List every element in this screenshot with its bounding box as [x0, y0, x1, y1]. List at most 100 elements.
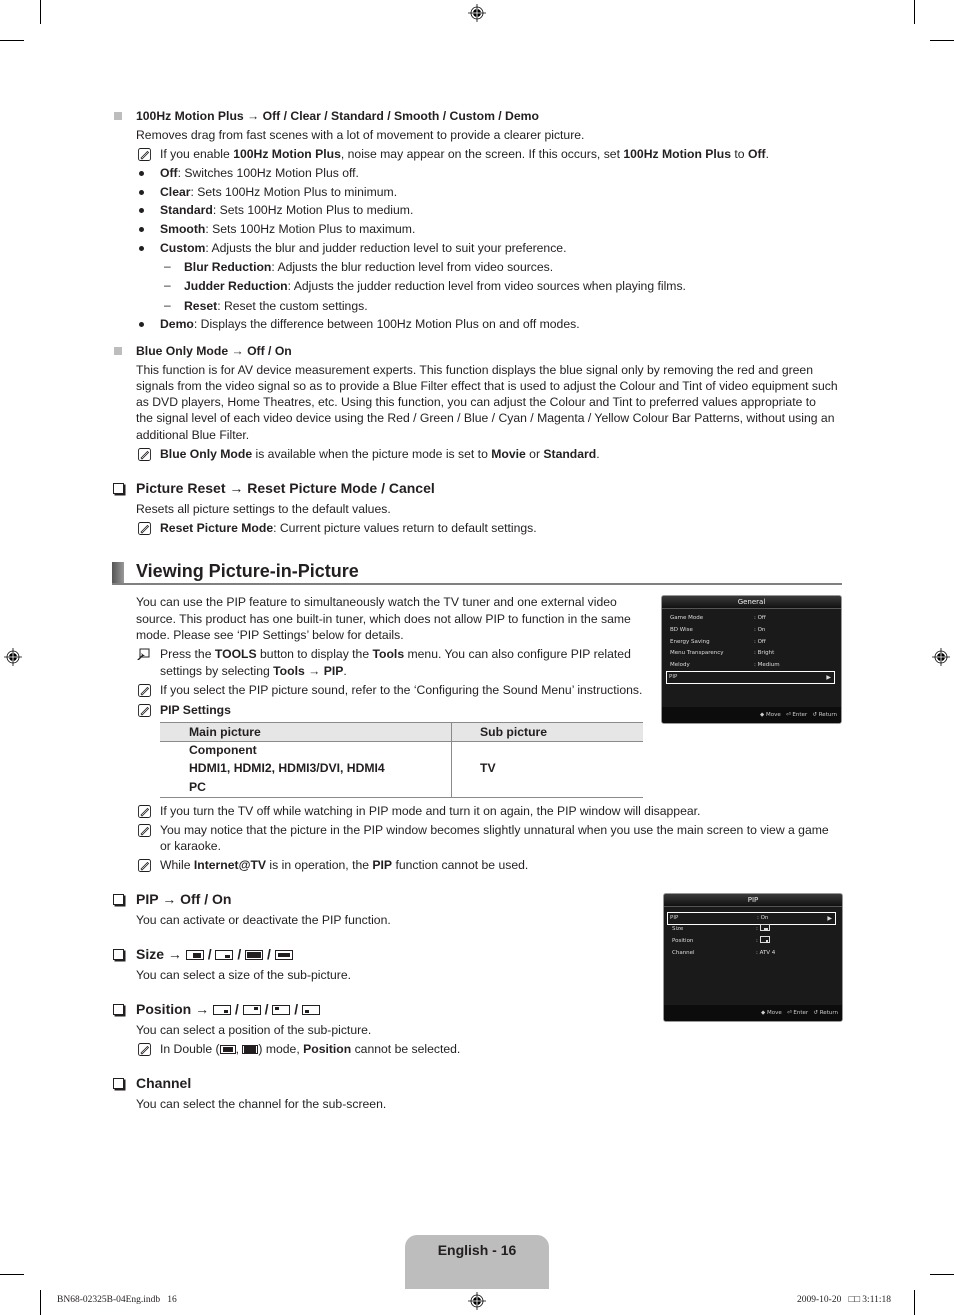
colon: :	[756, 938, 758, 944]
menu-value: : Medium	[754, 662, 780, 668]
motion-plus-note: If you enable 100Hz Motion Plus, noise m…	[160, 146, 769, 162]
menu-value: : On	[757, 915, 769, 921]
menu-value: :	[756, 924, 770, 935]
pip-description: You can activate or deactivate the PIP f…	[136, 913, 391, 927]
menu-footer: ◆ Move ⏎ Enter ↺ Return	[664, 1005, 842, 1021]
menu-value: : ATV 4	[756, 950, 776, 956]
tools-note-line2: settings by selecting Tools → PIP.	[160, 663, 347, 679]
checkbox-bullet-icon	[113, 1004, 124, 1015]
menu-row[interactable]: Game Mode: Off	[668, 613, 835, 624]
separator: /	[294, 1001, 299, 1017]
registration-mark-icon	[4, 648, 22, 666]
bold-text: Reset Picture Mode	[160, 521, 274, 535]
heading-name: Blue Only Mode	[136, 344, 229, 358]
note-text: You may notice that the picture in the P…	[160, 823, 829, 837]
text: : Adjusts the blur reduction level from …	[271, 260, 554, 274]
text: If you enable	[160, 147, 234, 161]
table-cell: PC	[189, 780, 206, 794]
position-bottom-right-icon	[759, 936, 770, 943]
size-double-b-icon	[274, 950, 293, 960]
list-item: Smooth: Sets 100Hz Motion Plus to maximu…	[160, 221, 415, 237]
term: Clear	[160, 185, 191, 199]
menu-label: PIP	[669, 674, 678, 680]
pip-heading: PIP → Off / On	[136, 891, 232, 907]
checkbox-bullet-icon	[113, 483, 124, 494]
position-bottom-left-icon	[302, 1005, 321, 1015]
menu-row[interactable]: Size:	[670, 924, 836, 935]
menu-row[interactable]: Melody: Medium	[668, 660, 835, 671]
bullet-icon	[139, 171, 144, 176]
separator: /	[234, 1001, 239, 1017]
crop-mark	[930, 40, 954, 41]
table-header: Main picture	[189, 725, 261, 739]
table-divider	[451, 723, 452, 797]
note-icon	[138, 824, 151, 837]
position-bottom-right-icon	[213, 1005, 232, 1015]
dash-bullet: –	[164, 278, 171, 292]
blue-only-note: Blue Only Mode is available when the pic…	[160, 446, 600, 462]
crop-mark	[40, 1290, 41, 1315]
sub-list-item: Blur Reduction: Adjusts the blur reducti…	[184, 259, 553, 275]
text: .	[765, 147, 769, 161]
menu-title: General	[662, 596, 841, 609]
square-bullet-icon	[114, 347, 122, 355]
note-text: or karaoke.	[160, 839, 221, 853]
menu-row[interactable]: Menu Transparency: Bright	[668, 648, 835, 659]
text: : Reset the custom settings.	[217, 299, 368, 313]
arrow-right-icon: ▶	[826, 674, 831, 681]
menu-value: : Off	[754, 615, 766, 621]
note-text: If you turn the TV off while watching in…	[160, 804, 701, 818]
page-number: English - 16	[437, 1242, 517, 1258]
menu-label: BD Wise	[670, 627, 693, 633]
crop-mark	[914, 0, 915, 24]
note-icon	[138, 704, 151, 717]
blue-only-heading: Blue Only Mode → Off / On	[136, 343, 292, 359]
arrow: →	[243, 109, 263, 123]
bold-text: Position	[303, 1042, 352, 1056]
term: Custom	[160, 241, 206, 255]
tv-menu-pip: PIP PIP: On ▶ Size: Position: Channel: AT…	[663, 893, 843, 1022]
file-name: BN68-02325B-04Eng.indb 16	[57, 1295, 177, 1305]
heading-options: Off / On	[247, 344, 292, 358]
text: : Sets 100Hz Motion Plus to maximum.	[205, 222, 416, 236]
checkbox-bullet-icon	[113, 894, 124, 905]
text: : Sets 100Hz Motion Plus to medium.	[212, 203, 414, 217]
registration-mark-icon	[468, 4, 486, 22]
position-description: You can select a position of the sub-pic…	[136, 1023, 372, 1037]
list-item: Demo: Displays the difference between 10…	[160, 316, 580, 332]
menu-row[interactable]: Channel: ATV 4	[670, 948, 836, 959]
menu-label: Position	[672, 938, 694, 944]
menu-row-selected[interactable]: PIP ▶	[666, 671, 835, 684]
size-heading: Size → / / /	[136, 946, 293, 962]
bold-text: Blue Only Mode	[160, 447, 253, 461]
blue-only-line: This function is for AV device measureme…	[136, 363, 813, 377]
list-item: Custom: Adjusts the blur and judder redu…	[160, 240, 566, 256]
menu-row[interactable]: BD Wise: On	[668, 625, 835, 636]
note-icon	[138, 448, 151, 461]
note-icon	[138, 1043, 151, 1056]
move-icon: ◆	[760, 712, 765, 718]
note-icon	[138, 805, 151, 818]
blue-only-line: as DVD players, Home Theatres, etc. Usin…	[136, 395, 816, 409]
heading-text: Position →	[136, 1001, 210, 1017]
arrow-right-icon: ▶	[827, 915, 832, 922]
bold-text: 100Hz Motion Plus	[233, 147, 341, 161]
bold-text: PIP	[323, 664, 344, 678]
menu-row[interactable]: Energy Saving: Off	[668, 637, 835, 648]
size-small-icon	[215, 950, 234, 960]
text: ,	[235, 1042, 243, 1056]
bullet-icon	[139, 322, 144, 327]
intro-line: You can use the PIP feature to simultane…	[136, 595, 617, 609]
picture-reset-description: Resets all picture settings to the defau…	[136, 502, 391, 516]
menu-label: Energy Saving	[670, 639, 710, 645]
bold-text: 100Hz Motion Plus	[623, 147, 732, 161]
text: Press the	[160, 647, 215, 661]
motion-plus-description: Removes drag from fast scenes with a lot…	[136, 128, 585, 142]
menu-row[interactable]: Position:	[670, 936, 836, 947]
position-top-right-icon	[242, 1005, 261, 1015]
size-large-icon	[759, 924, 770, 931]
return-icon: ↺	[812, 712, 817, 718]
separator: /	[237, 946, 242, 962]
blue-only-line: signals from the video signal so as to p…	[136, 379, 838, 393]
footer-return: Return	[819, 1010, 838, 1016]
